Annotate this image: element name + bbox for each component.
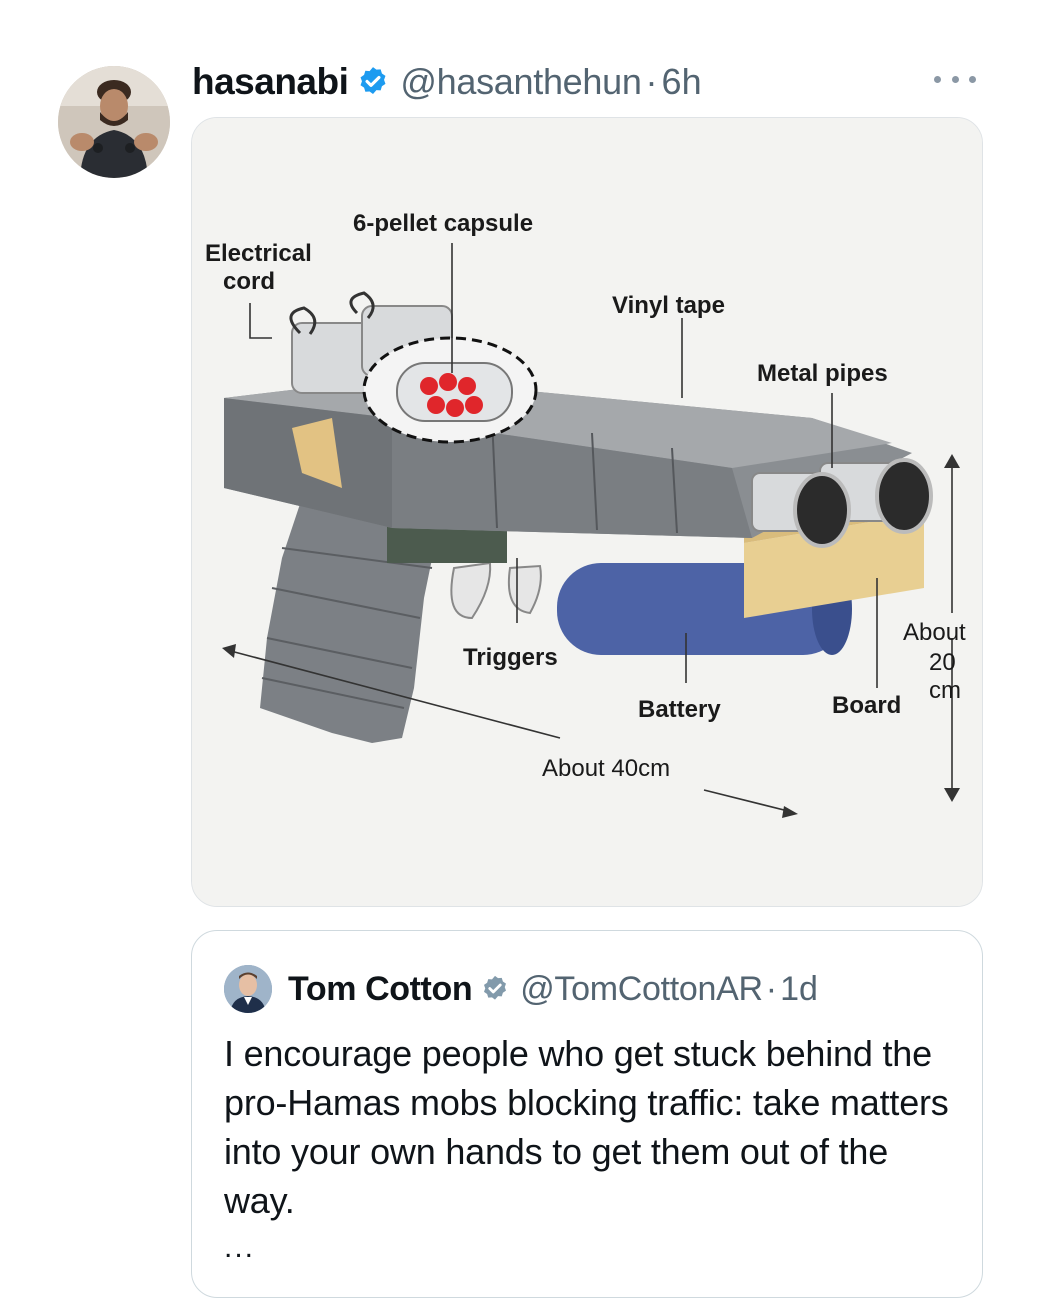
label-board: Board	[832, 692, 901, 719]
avatar-image	[58, 66, 170, 178]
quoted-header-separator: ·	[765, 969, 778, 1008]
quoted-author-handle[interactable]: @TomCottonAR	[520, 970, 763, 1009]
quoted-tweet-text: I encourage people who get stuck behind …	[224, 1033, 949, 1221]
verified-badge-icon	[360, 67, 386, 95]
author-handle[interactable]: @hasanthehun	[400, 61, 641, 103]
label-height-2: 20	[929, 649, 956, 676]
quoted-author-name[interactable]: Tom Cotton	[288, 970, 473, 1009]
label-triggers: Triggers	[463, 644, 558, 671]
label-electrical-cord-1: Electrical	[205, 240, 312, 267]
label-height-3: cm	[929, 677, 961, 704]
tweet-media-image[interactable]: Electrical cord 6-pellet capsule Vinyl t…	[191, 117, 983, 907]
more-dot	[951, 75, 959, 83]
label-battery: Battery	[638, 696, 721, 723]
quoted-author-avatar[interactable]	[224, 965, 272, 1013]
quoted-tweet-time[interactable]: 1d	[780, 970, 818, 1009]
label-capsule: 6-pellet capsule	[353, 210, 533, 237]
more-dot	[934, 75, 941, 83]
label-height-1: About	[903, 619, 966, 646]
quoted-tweet-ellipsis: ...	[224, 1231, 256, 1264]
tweet-time[interactable]: 6h	[662, 61, 702, 103]
label-vinyl-tape: Vinyl tape	[612, 292, 725, 319]
badge-shape	[360, 67, 386, 95]
quoted-avatar-image	[224, 965, 272, 1013]
label-electrical-cord-2: cord	[223, 268, 275, 295]
more-options-icon[interactable]	[930, 64, 980, 94]
author-avatar[interactable]	[58, 66, 170, 178]
homemade-gun-diagram: Electrical cord 6-pellet capsule Vinyl t…	[192, 118, 982, 906]
author-name[interactable]: hasanabi	[192, 61, 349, 103]
quoted-tweet-card[interactable]: Tom Cotton @TomCottonAR · 1d I encourage…	[191, 930, 983, 1298]
more-dot	[969, 75, 976, 83]
label-length: About 40cm	[542, 755, 670, 782]
tweet-header: hasanabi @hasanthehun · 6h	[192, 58, 702, 106]
header-separator: ·	[645, 61, 658, 102]
label-metal-pipes: Metal pipes	[757, 360, 888, 387]
quoted-verified-badge-icon	[484, 975, 507, 1000]
quoted-tweet-header: Tom Cotton @TomCottonAR · 1d	[224, 965, 818, 1013]
